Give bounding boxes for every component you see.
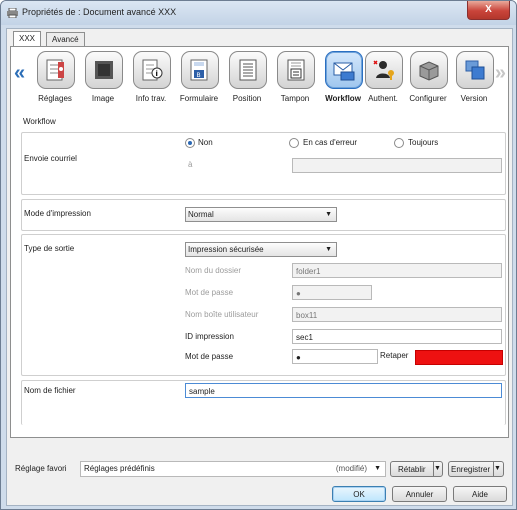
radio-en-cas-erreur[interactable] — [289, 138, 299, 148]
toolbar-item-authent[interactable]: Authent. — [360, 51, 406, 111]
chevron-down-icon: ▼ — [433, 462, 444, 476]
section-title: Workflow — [23, 117, 56, 126]
chevron-down-icon: ▼ — [374, 465, 381, 472]
restore-button[interactable]: Rétablir ▼ — [390, 461, 443, 477]
toolbar-item-info-trav[interactable]: i Info trav. — [128, 51, 174, 111]
form-icon: B — [190, 59, 208, 81]
toolbar-item-position[interactable]: Position — [224, 51, 270, 111]
folder-label: Nom du dossier — [185, 266, 242, 275]
toolbar-item-tampon[interactable]: Tampon — [272, 51, 318, 111]
title-bar[interactable]: Propriétés de : Document avancé XXX X — [1, 1, 516, 25]
version-icon — [465, 60, 485, 80]
file-name-group: Nom de fichier sample — [21, 380, 506, 425]
configure-icon — [419, 61, 439, 81]
radio-non[interactable] — [185, 138, 195, 148]
job-info-icon: i — [142, 59, 163, 81]
file-name-field[interactable]: sample — [185, 383, 502, 398]
print-id-label: ID impression — [185, 332, 234, 341]
image-icon — [95, 61, 113, 79]
file-name-label: Nom de fichier — [24, 386, 76, 395]
cancel-button[interactable]: Annuler — [392, 486, 447, 502]
secure-password-label: Mot de passe — [185, 352, 234, 361]
toolbar-item-image[interactable]: Image — [80, 51, 126, 111]
retype-password-field[interactable] — [415, 350, 503, 365]
output-type-select[interactable]: Impression sécurisée ▼ — [185, 242, 337, 257]
authentication-icon — [373, 60, 394, 80]
print-mode-select[interactable]: Normal ▼ — [185, 207, 337, 222]
ok-button[interactable]: OK — [332, 486, 386, 502]
help-button[interactable]: Aide — [453, 486, 507, 502]
save-favorite-button[interactable]: Enregistrer ▼ — [448, 461, 504, 477]
password-field[interactable]: ● — [292, 285, 372, 300]
print-mode-label: Mode d'impression — [24, 209, 91, 218]
email-label: Envoie courriel — [24, 154, 77, 163]
password-label: Mot de passe — [185, 288, 234, 297]
scroll-right-icon[interactable]: » — [495, 61, 506, 85]
properties-window: Propriétés de : Document avancé XXX X XX… — [0, 0, 517, 510]
scroll-left-icon[interactable]: « — [14, 61, 25, 85]
tab-xxx[interactable]: XXX — [13, 31, 42, 46]
user-box-field[interactable]: box11 — [292, 307, 502, 322]
toolbar-item-version[interactable]: Version — [451, 51, 497, 111]
tab-panel: « Réglages Image i Info trav. B Formulai… — [10, 46, 509, 438]
favorite-modified: (modifié) — [335, 464, 367, 473]
favorite-label: Réglage favori — [15, 464, 67, 473]
tab-avance[interactable]: Avancé — [46, 32, 85, 46]
chevron-down-icon: ▼ — [493, 462, 504, 476]
secure-password-field[interactable]: ● — [292, 349, 378, 364]
close-button[interactable]: X — [467, 1, 510, 20]
svg-text:i: i — [156, 70, 158, 78]
chevron-down-icon: ▼ — [325, 246, 332, 253]
print-id-field[interactable]: sec1 — [292, 329, 502, 344]
feature-toolbar: « Réglages Image i Info trav. B Formulai… — [11, 47, 508, 112]
stamp-icon — [287, 59, 305, 81]
folder-field[interactable]: folder1 — [292, 263, 502, 278]
toolbar-item-configurer[interactable]: Configurer — [405, 51, 451, 111]
printer-icon — [7, 8, 18, 18]
toolbar-item-reglages[interactable]: Réglages — [32, 51, 78, 111]
dialog-body: XXX Avancé « Réglages Image i Info trav. — [6, 28, 513, 506]
toolbar-item-formulaire[interactable]: B Formulaire — [176, 51, 222, 111]
position-icon — [239, 59, 257, 81]
output-type-label: Type de sortie — [24, 244, 75, 253]
favorite-value: Réglages prédéfinis — [84, 464, 155, 473]
retype-label: Retaper — [380, 351, 409, 360]
svg-text:B: B — [197, 72, 201, 79]
settings-icon — [46, 59, 64, 81]
favorite-select[interactable]: Réglages prédéfinis (modifié) ▼ — [80, 461, 386, 477]
chevron-down-icon: ▼ — [325, 211, 332, 218]
print-mode-group: Mode d'impression Normal ▼ — [21, 199, 506, 231]
user-box-label: Nom boîte utilisateur — [185, 310, 259, 319]
window-title: Propriétés de : Document avancé XXX — [22, 7, 177, 17]
output-type-group: Type de sortie Impression sécurisée ▼ Nom… — [21, 234, 506, 376]
to-label: à — [188, 160, 193, 169]
email-to-field[interactable] — [292, 158, 502, 173]
radio-toujours[interactable] — [394, 138, 404, 148]
workflow-icon — [333, 62, 355, 81]
email-group: Envoie courriel Non En cas d'erreur Touj… — [21, 132, 506, 195]
